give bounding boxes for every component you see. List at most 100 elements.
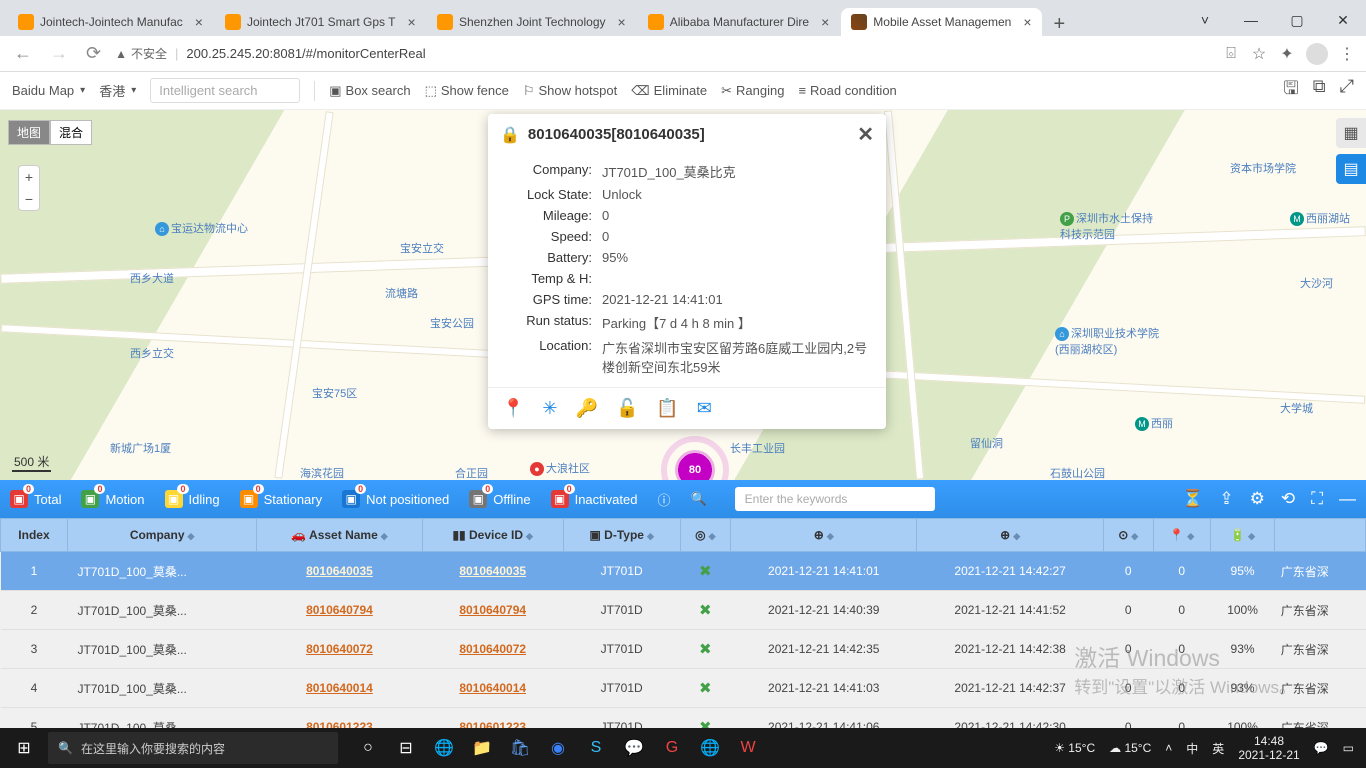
close-icon[interactable]: × <box>195 14 203 30</box>
col-index[interactable]: Index <box>1 519 68 552</box>
start-button[interactable]: ⊞ <box>0 728 48 768</box>
popout-icon[interactable]: ⧉ <box>1313 76 1326 106</box>
map-tab-map[interactable]: 地图 <box>8 120 50 145</box>
clock[interactable]: 14:482021-12-21 <box>1238 734 1299 763</box>
chevron-down-icon[interactable]: ˅ <box>1182 4 1228 36</box>
filter-idling[interactable]: 0▣Idling <box>165 490 220 508</box>
col-asset-name[interactable]: 🚗 Asset Name◆ <box>257 519 422 552</box>
asset-marker[interactable]: 80 <box>675 450 715 480</box>
popup-report-icon[interactable]: 📋 <box>656 398 678 419</box>
close-icon[interactable]: × <box>618 14 626 30</box>
back-button[interactable]: ← <box>10 43 36 64</box>
taskbar-search[interactable]: 🔍 在这里输入你要搜索的内容 <box>48 732 338 764</box>
col-speed[interactable]: ⊙◆ <box>1103 519 1153 552</box>
tab-0[interactable]: Jointech-Jointech Manufac× <box>8 8 213 36</box>
show-hotspot-button[interactable]: ⚐ Show hotspot <box>523 83 617 99</box>
asset-link[interactable]: 8010640014 <box>306 681 373 695</box>
asset-link[interactable]: 8010640072 <box>306 642 373 656</box>
tab-3[interactable]: Alibaba Manufacturer Dire× <box>638 8 840 36</box>
popup-track-icon[interactable]: ✳ <box>542 398 557 419</box>
filter-inactivated[interactable]: 0▣Inactivated <box>551 490 638 508</box>
app-icon[interactable]: ◉ <box>542 732 574 764</box>
zoom-out-button[interactable]: − <box>19 188 39 210</box>
side-panel-grid-icon[interactable]: ▦ <box>1336 118 1366 148</box>
menu-icon[interactable]: ⋮ <box>1338 44 1356 64</box>
table-row[interactable]: 4JT701D_100_莫桑...80106400148010640014JT7… <box>1 669 1366 708</box>
col-mileage[interactable]: 📍◆ <box>1153 519 1210 552</box>
address-bar[interactable]: ▲ 不安全 | 200.25.245.20:8081/#/monitorCent… <box>115 45 1212 62</box>
tray-chevron-icon[interactable]: ˄ <box>1165 741 1172 755</box>
keyword-search-input[interactable]: Enter the keywords <box>735 487 935 511</box>
extensions-icon[interactable]: ✦ <box>1278 44 1296 64</box>
gear-icon[interactable]: ⚙ <box>1250 489 1265 509</box>
close-icon[interactable]: × <box>1023 14 1031 30</box>
explorer-icon[interactable]: 📁 <box>466 732 498 764</box>
weather-widget[interactable]: ☀ 15°C <box>1054 741 1095 755</box>
store-icon[interactable]: 🛍 <box>504 732 536 764</box>
col-gps-status[interactable]: ◎◆ <box>680 519 730 552</box>
col-battery[interactable]: 🔋◆ <box>1210 519 1274 552</box>
device-link[interactable]: 8010640014 <box>459 681 526 695</box>
show-fence-button[interactable]: ⬚ Show fence <box>425 83 509 99</box>
filter-stationary[interactable]: 0▣Stationary <box>240 490 323 508</box>
tab-2[interactable]: Shenzhen Joint Technology× <box>427 8 636 36</box>
ranging-button[interactable]: ✂ Ranging <box>721 83 784 99</box>
zoom-in-button[interactable]: + <box>19 166 39 188</box>
wechat-icon[interactable]: 💬 <box>618 732 650 764</box>
bookmark-icon[interactable]: ☆ <box>1250 44 1268 64</box>
new-tab-button[interactable]: + <box>1044 13 1076 36</box>
save-icon[interactable]: 🖫 <box>1283 76 1298 106</box>
col-gps-time[interactable]: ⊕◆ <box>731 519 917 552</box>
map-canvas[interactable]: 地图 混合 + − 500 米 ⌂宝运达物流中心 宝安立交 宝安75区 宝安公园… <box>0 110 1366 480</box>
export-icon[interactable]: ⇪ <box>1219 489 1233 509</box>
col-location[interactable] <box>1275 519 1366 552</box>
table-row[interactable]: 1JT701D_100_莫桑...80106400358010640035JT7… <box>1 552 1366 591</box>
road-condition-button[interactable]: ≡ Road condition <box>798 83 896 98</box>
table-row[interactable]: 3JT701D_100_莫桑...80106400728010640072JT7… <box>1 630 1366 669</box>
filter-not-positioned[interactable]: 0▣Not positioned <box>342 490 449 508</box>
taskview-icon[interactable]: ⊟ <box>390 732 422 764</box>
info-icon[interactable]: ⓘ <box>657 490 670 509</box>
search-icon[interactable]: 🔍 <box>690 491 706 507</box>
popup-key-icon[interactable]: 🔑 <box>576 398 598 419</box>
popup-locate-icon[interactable]: 📍 <box>502 398 524 419</box>
edge-icon[interactable]: 🌐 <box>428 732 460 764</box>
map-provider-dropdown[interactable]: Baidu Map <box>12 83 85 98</box>
cortana-icon[interactable]: ○ <box>352 732 384 764</box>
map-tab-satellite[interactable]: 混合 <box>50 120 92 145</box>
chrome-icon[interactable]: 🌐 <box>694 732 726 764</box>
table-row[interactable]: 2JT701D_100_莫桑...80106407948010640794JT7… <box>1 591 1366 630</box>
skype-icon[interactable]: S <box>580 732 612 764</box>
intelligent-search-input[interactable]: Intelligent search <box>150 78 300 103</box>
fullscreen-icon[interactable]: ⤢ <box>1340 76 1354 106</box>
col-company[interactable]: Company◆ <box>67 519 256 552</box>
tab-4-active[interactable]: Mobile Asset Managemen× <box>841 8 1041 36</box>
hourglass-icon[interactable]: ⏳ <box>1182 489 1203 509</box>
popup-mail-icon[interactable]: ✉ <box>697 398 712 419</box>
reload-button[interactable]: ⟳ <box>82 43 105 64</box>
ime-indicator-2[interactable]: 英 <box>1212 740 1224 757</box>
close-icon[interactable]: × <box>407 14 415 30</box>
expand-icon[interactable]: ⛶ <box>1311 489 1323 509</box>
region-dropdown[interactable]: 香港 <box>99 81 136 100</box>
maximize-button[interactable]: ▢ <box>1274 4 1320 36</box>
notifications-icon[interactable]: 💬 <box>1314 741 1329 755</box>
filter-total[interactable]: 0▣Total <box>10 490 61 508</box>
profile-avatar[interactable] <box>1306 43 1328 65</box>
side-panel-list-icon[interactable]: ▤ <box>1336 154 1366 184</box>
app2-icon[interactable]: G <box>656 732 688 764</box>
close-icon[interactable]: × <box>821 14 829 30</box>
weather-widget-2[interactable]: ☁ 15°C <box>1109 741 1151 755</box>
minimize-panel-icon[interactable]: — <box>1339 489 1356 509</box>
col-d-type[interactable]: ▣ D-Type◆ <box>563 519 680 552</box>
ime-indicator[interactable]: 中 <box>1186 740 1198 757</box>
asset-link[interactable]: 8010640794 <box>306 603 373 617</box>
refresh-icon[interactable]: ⟲ <box>1281 489 1295 509</box>
device-link[interactable]: 8010640072 <box>459 642 526 656</box>
forward-button[interactable]: → <box>46 43 72 64</box>
filter-offline[interactable]: 0▣Offline <box>469 490 530 508</box>
tab-1[interactable]: Jointech Jt701 Smart Gps T× <box>215 8 425 36</box>
popup-unlock-icon[interactable]: 🔓 <box>616 398 638 419</box>
col-device-id[interactable]: ▮▮ Device ID◆ <box>422 519 563 552</box>
eliminate-button[interactable]: ⌫ Eliminate <box>631 83 707 99</box>
